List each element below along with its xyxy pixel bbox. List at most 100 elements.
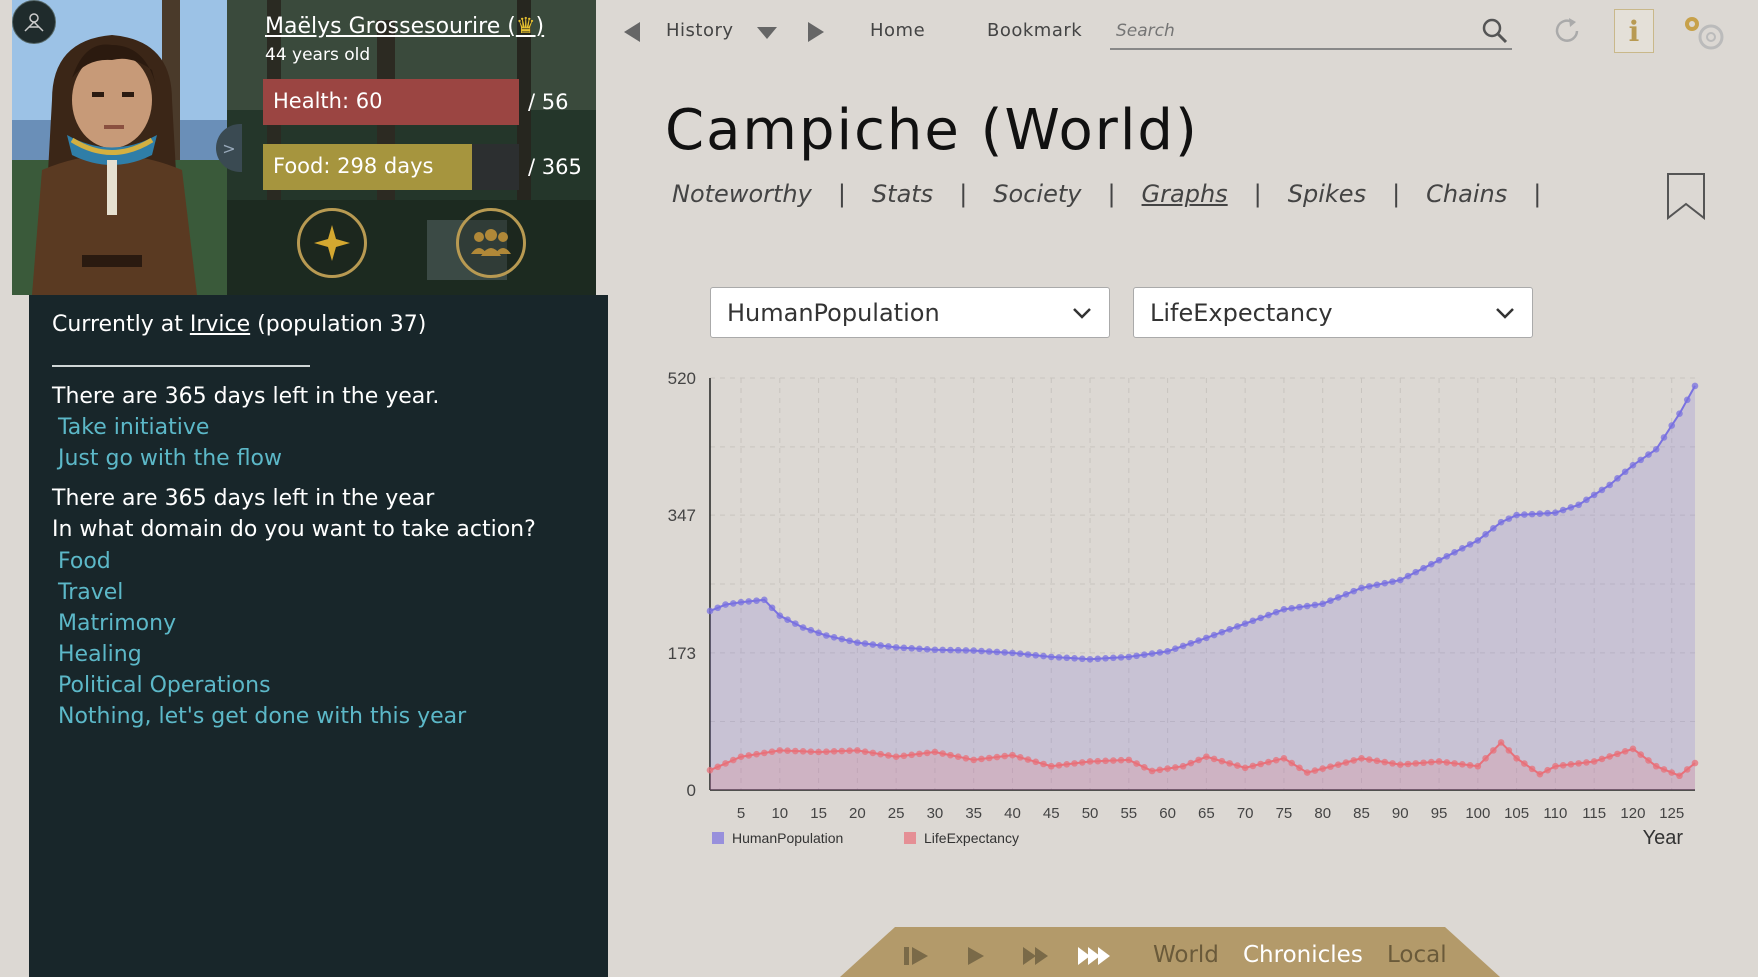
option-healing[interactable]: Healing <box>58 642 142 667</box>
chronicles-tab[interactable]: Chronicles <box>1243 942 1363 968</box>
group-action-button[interactable] <box>456 208 526 278</box>
x-tick-label: 5 <box>737 805 745 822</box>
data-point <box>1063 654 1071 662</box>
data-point <box>823 748 830 755</box>
search-icon[interactable] <box>1482 18 1508 44</box>
data-point <box>869 641 877 648</box>
search-input[interactable] <box>1110 16 1470 46</box>
data-point <box>792 747 799 755</box>
data-point <box>1086 758 1094 765</box>
option-matrimony[interactable]: Matrimony <box>58 611 176 636</box>
divider <box>52 365 310 367</box>
data-point <box>947 646 954 654</box>
data-point <box>1412 760 1420 767</box>
back-arrow-icon[interactable] <box>622 20 642 44</box>
data-point <box>784 747 791 755</box>
series-right-select[interactable]: LifeExpectancy <box>1133 287 1533 338</box>
data-point <box>954 753 962 761</box>
tab-chains[interactable]: Chains <box>1426 180 1507 208</box>
data-point <box>1381 579 1389 587</box>
option-go-with-flow[interactable]: Just go with the flow <box>58 446 282 471</box>
x-tick-label: 35 <box>965 805 982 822</box>
data-point <box>1435 758 1443 765</box>
option-nothing[interactable]: Nothing, let's get done with this year <box>58 704 466 729</box>
data-point <box>1668 769 1676 776</box>
data-point <box>1117 756 1125 764</box>
data-point <box>706 766 714 774</box>
option-take-initiative[interactable]: Take initiative <box>58 415 209 440</box>
fast-forward-icon[interactable] <box>1021 944 1051 968</box>
star-action-button[interactable] <box>297 208 367 278</box>
data-point <box>916 750 923 758</box>
data-point <box>931 646 939 654</box>
x-tick-label: 85 <box>1353 805 1370 822</box>
bookmark-icon[interactable] <box>1666 172 1706 220</box>
tab-stats[interactable]: Stats <box>872 180 933 208</box>
y-tick-label: 520 <box>668 369 696 388</box>
menu-emblem-icon[interactable] <box>12 0 56 44</box>
data-point <box>745 752 753 759</box>
data-point <box>1226 760 1233 767</box>
x-tick-label: 60 <box>1159 805 1176 822</box>
location-link[interactable]: Irvice <box>190 312 250 337</box>
data-point <box>807 748 815 755</box>
tab-separator: | <box>837 180 846 208</box>
series-left-select[interactable]: HumanPopulation <box>710 287 1110 338</box>
data-point <box>706 607 714 615</box>
tab-graphs[interactable]: Graphs <box>1142 180 1228 208</box>
option-food[interactable]: Food <box>58 549 111 574</box>
data-point <box>1482 755 1489 762</box>
option-travel[interactable]: Travel <box>58 580 123 605</box>
data-point <box>970 647 978 654</box>
data-point <box>768 604 776 612</box>
compass-star-icon <box>314 225 350 261</box>
step-icon[interactable] <box>902 944 930 968</box>
data-point <box>1505 515 1513 522</box>
data-point <box>1055 654 1063 661</box>
tab-society[interactable]: Society <box>993 180 1081 208</box>
data-point <box>908 751 915 759</box>
character-name[interactable]: Maëlys Grossesourire (♛) <box>265 14 544 39</box>
data-point <box>1474 762 1482 770</box>
data-point <box>1575 501 1582 509</box>
tab-noteworthy[interactable]: Noteworthy <box>672 180 812 208</box>
data-point <box>1172 764 1179 771</box>
option-political-operations[interactable]: Political Operations <box>58 673 271 698</box>
data-point <box>846 747 853 755</box>
data-point <box>1350 757 1358 764</box>
tab-spikes[interactable]: Spikes <box>1288 180 1366 208</box>
history-button[interactable]: History <box>666 20 734 41</box>
local-tab[interactable]: Local <box>1387 942 1447 968</box>
data-point <box>1583 496 1590 504</box>
forward-arrow-icon[interactable] <box>806 20 826 44</box>
data-point <box>1102 655 1109 662</box>
history-dropdown-icon[interactable] <box>755 25 779 41</box>
world-tab[interactable]: World <box>1153 942 1219 968</box>
refresh-icon[interactable] <box>1552 16 1582 46</box>
data-point <box>1179 642 1187 650</box>
info-icon[interactable]: i <box>1614 9 1654 53</box>
data-point <box>1133 760 1140 767</box>
play-icon[interactable] <box>965 944 987 968</box>
data-point <box>947 751 954 759</box>
data-point <box>1210 755 1218 763</box>
x-tick-label: 65 <box>1198 805 1215 822</box>
data-point <box>1110 757 1117 764</box>
fastest-forward-icon[interactable] <box>1077 944 1113 968</box>
days-left-text: There are 365 days left in the year. <box>52 384 440 409</box>
data-point <box>1319 600 1327 608</box>
data-point <box>1288 604 1295 612</box>
tab-separator: | <box>1107 180 1116 208</box>
x-tick-label: 45 <box>1043 805 1060 822</box>
x-tick-label: 50 <box>1082 805 1099 822</box>
chevron-down-icon <box>1496 308 1514 319</box>
data-point <box>1334 594 1342 601</box>
settings-icon[interactable] <box>1678 12 1726 52</box>
bookmark-button[interactable]: Bookmark <box>987 20 1082 41</box>
data-point <box>1125 756 1133 764</box>
data-point <box>1218 757 1226 765</box>
data-point <box>1497 739 1505 746</box>
x-tick-label: 95 <box>1431 805 1448 822</box>
home-button[interactable]: Home <box>870 20 925 41</box>
data-point <box>1249 762 1257 770</box>
